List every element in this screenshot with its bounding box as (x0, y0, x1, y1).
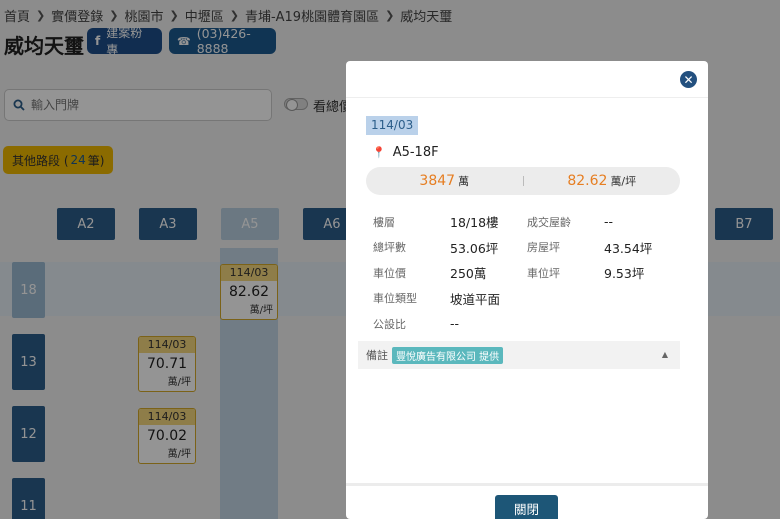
unit-price: 82.62 萬/坪 (524, 173, 681, 189)
detail-key: 車位價 (373, 266, 406, 280)
detail-grid: 樓層 18/18樓 成交屋齡 -- 總坪數 53.06坪 房屋坪 43.54坪 … (373, 209, 683, 337)
map-pin-icon: 📍 (372, 146, 386, 159)
source-badge: 豐悅廣告有限公司 提供 (392, 346, 504, 364)
modal-footer-divider (346, 483, 708, 486)
detail-key: 成交屋齡 (527, 215, 571, 229)
detail-value: 53.06坪 (450, 240, 499, 256)
detail-value: 9.53坪 (604, 266, 645, 282)
detail-value: 坡道平面 (450, 291, 501, 307)
unit-price-value: 82.62 (567, 173, 608, 189)
detail-key: 總坪數 (373, 241, 406, 255)
total-price: 3847 萬 (366, 173, 523, 189)
transaction-date-badge: 114/03 (366, 116, 419, 135)
unit-id-label: A5-18F (392, 145, 439, 160)
detail-key: 車位坪 (527, 266, 560, 280)
detail-value: 18/18樓 (450, 215, 499, 231)
detail-row: 公設比 -- (373, 311, 683, 337)
detail-value: 43.54坪 (604, 240, 653, 256)
detail-row: 車位類型 坡道平面 (373, 286, 683, 312)
detail-key: 車位類型 (373, 292, 417, 306)
caret-up-icon: ▲ (661, 350, 668, 359)
total-price-value: 3847 (419, 173, 456, 189)
remark-label: 備註 (366, 349, 388, 362)
detail-row: 車位價 250萬 車位坪 9.53坪 (373, 260, 683, 286)
detail-row: 樓層 18/18樓 成交屋齡 -- (373, 209, 683, 235)
detail-key: 房屋坪 (527, 241, 560, 255)
close-icon[interactable]: ✕ (680, 71, 697, 88)
unit-price-unit: 萬/坪 (610, 175, 637, 188)
total-price-unit: 萬 (458, 175, 470, 188)
unit-id: 📍 A5-18F (372, 145, 439, 160)
remark-accordion[interactable]: 備註 豐悅廣告有限公司 提供 ▲ (358, 341, 680, 369)
detail-value: -- (450, 316, 460, 332)
detail-value: -- (604, 214, 614, 230)
close-button[interactable]: 關閉 (495, 495, 558, 519)
detail-row: 總坪數 53.06坪 房屋坪 43.54坪 (373, 235, 683, 261)
detail-value: 250萬 (450, 266, 487, 282)
detail-key: 公設比 (373, 317, 406, 331)
price-summary: 3847 萬 82.62 萬/坪 (366, 167, 680, 195)
modal-header-divider (346, 97, 708, 98)
transaction-detail-modal: ✕ 114/03 📍 A5-18F 3847 萬 82.62 萬/坪 樓層 18/1… (346, 61, 708, 519)
detail-key: 樓層 (373, 215, 395, 229)
